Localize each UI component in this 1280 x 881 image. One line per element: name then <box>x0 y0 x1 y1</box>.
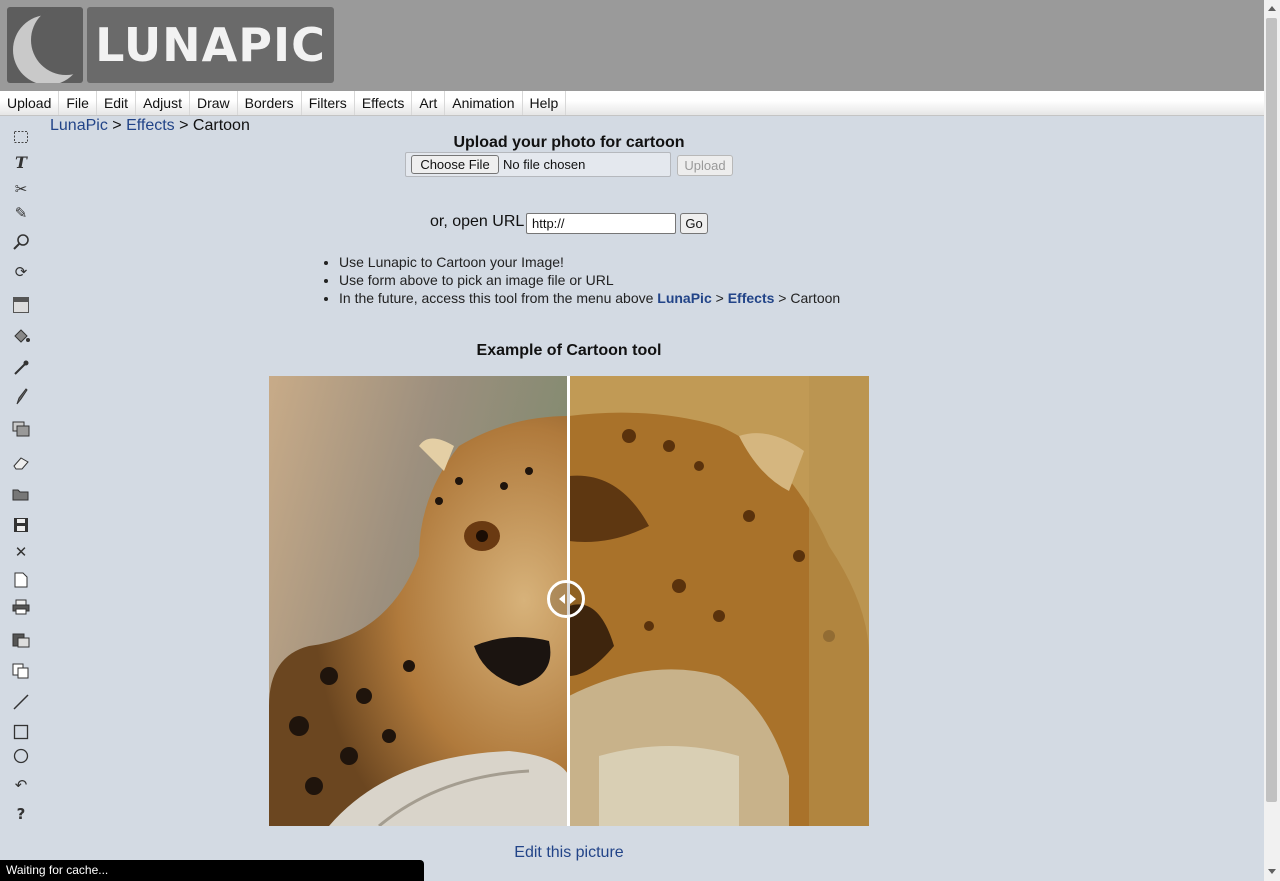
scroll-down-icon[interactable] <box>1268 869 1276 874</box>
upload-button[interactable]: Upload <box>677 155 733 176</box>
edit-picture-link[interactable]: Edit this picture <box>514 844 623 861</box>
list-lunapic-link[interactable]: LunaPic <box>657 290 711 306</box>
moon-logo-icon[interactable] <box>7 7 83 83</box>
list-separator: > <box>774 290 791 306</box>
pencil-icon[interactable]: ✎ <box>10 202 32 224</box>
breadcrumb-current: Cartoon <box>192 117 250 134</box>
menu-borders[interactable]: Borders <box>238 91 302 115</box>
rectangle-icon[interactable] <box>10 721 32 743</box>
rotate-icon[interactable]: ⟳ <box>10 261 32 283</box>
menu-effects[interactable]: Effects <box>355 91 413 115</box>
list-item-text: In the future, access this tool from the… <box>339 290 658 306</box>
new-page-icon[interactable] <box>10 569 32 591</box>
menu-help[interactable]: Help <box>523 91 567 115</box>
menu-adjust[interactable]: Adjust <box>136 91 190 115</box>
logo-text: LUNAPIC <box>95 18 326 72</box>
list-item: Use form above to pick an image file or … <box>339 271 840 289</box>
scrollbar-thumb[interactable] <box>1266 18 1277 802</box>
layers-icon[interactable] <box>10 418 32 440</box>
list-separator: > <box>711 290 728 306</box>
site-header: LUNAPIC <box>0 0 1264 91</box>
menu-upload[interactable]: Upload <box>0 91 60 115</box>
save-icon[interactable] <box>10 514 32 536</box>
menu-animation[interactable]: Animation <box>445 91 523 115</box>
help-icon[interactable]: ? <box>10 803 32 825</box>
example-title: Example of Cartoon tool <box>476 342 662 359</box>
menu-draw[interactable]: Draw <box>190 91 238 115</box>
print-icon[interactable] <box>10 596 32 618</box>
magnifier-icon[interactable] <box>10 231 32 253</box>
list-item-text: Use form above to pick an image file or … <box>339 272 614 288</box>
brush-icon[interactable] <box>10 385 32 407</box>
no-file-label: No file chosen <box>503 157 586 172</box>
eyedropper-icon[interactable] <box>10 357 32 379</box>
arrow-right-icon <box>570 594 576 604</box>
upload-title: Upload your photo for cartoon <box>453 134 685 151</box>
circle-icon[interactable] <box>10 745 32 767</box>
breadcrumb-separator: > <box>107 117 127 134</box>
instructions-list: Use Lunapic to Cartoon your Image! Use f… <box>321 253 840 307</box>
scroll-up-icon[interactable] <box>1268 6 1276 11</box>
breadcrumb-effects-link[interactable]: Effects <box>126 117 175 134</box>
go-button[interactable]: Go <box>680 213 708 234</box>
menu-file[interactable]: File <box>59 91 97 115</box>
logo-wordmark[interactable]: LUNAPIC <box>87 7 334 83</box>
list-item: In the future, access this tool from the… <box>339 289 840 307</box>
line-icon[interactable] <box>10 691 32 713</box>
choose-file-button[interactable]: Choose File <box>411 155 499 174</box>
eraser-icon[interactable] <box>10 452 32 474</box>
file-picker[interactable]: Choose File No file chosen <box>405 152 671 177</box>
breadcrumb-home-link[interactable]: LunaPic <box>50 117 108 134</box>
before-after-comparison[interactable] <box>269 376 869 826</box>
list-current: Cartoon <box>790 290 841 306</box>
list-effects-link[interactable]: Effects <box>728 290 775 306</box>
vertical-scrollbar[interactable] <box>1264 0 1280 881</box>
gradient-icon[interactable] <box>10 294 32 316</box>
arrow-left-icon <box>559 594 565 604</box>
scissors-icon[interactable]: ✂ <box>10 178 32 200</box>
menu-filters[interactable]: Filters <box>302 91 355 115</box>
menu-art[interactable]: Art <box>412 91 446 115</box>
list-item-text: Use Lunapic to Cartoon your Image! <box>339 254 564 270</box>
undo-icon[interactable]: ↶ <box>10 774 32 796</box>
status-bar: Waiting for cache... <box>0 860 424 881</box>
breadcrumb-separator: > <box>174 117 193 134</box>
slider-handle[interactable] <box>547 580 585 618</box>
url-input[interactable]: http:// <box>526 213 676 234</box>
url-label: or, open URL <box>430 213 525 230</box>
paste-icon[interactable] <box>10 629 32 651</box>
open-folder-icon[interactable] <box>10 483 32 505</box>
close-icon[interactable]: ✕ <box>10 541 32 563</box>
copy-icon[interactable] <box>10 660 32 682</box>
main-menu: Upload File Edit Adjust Draw Borders Fil… <box>0 91 1264 116</box>
breadcrumb: LunaPic > Effects > Cartoon <box>50 117 250 135</box>
text-icon[interactable]: T <box>10 151 32 173</box>
list-item: Use Lunapic to Cartoon your Image! <box>339 253 840 271</box>
menu-edit[interactable]: Edit <box>97 91 137 115</box>
